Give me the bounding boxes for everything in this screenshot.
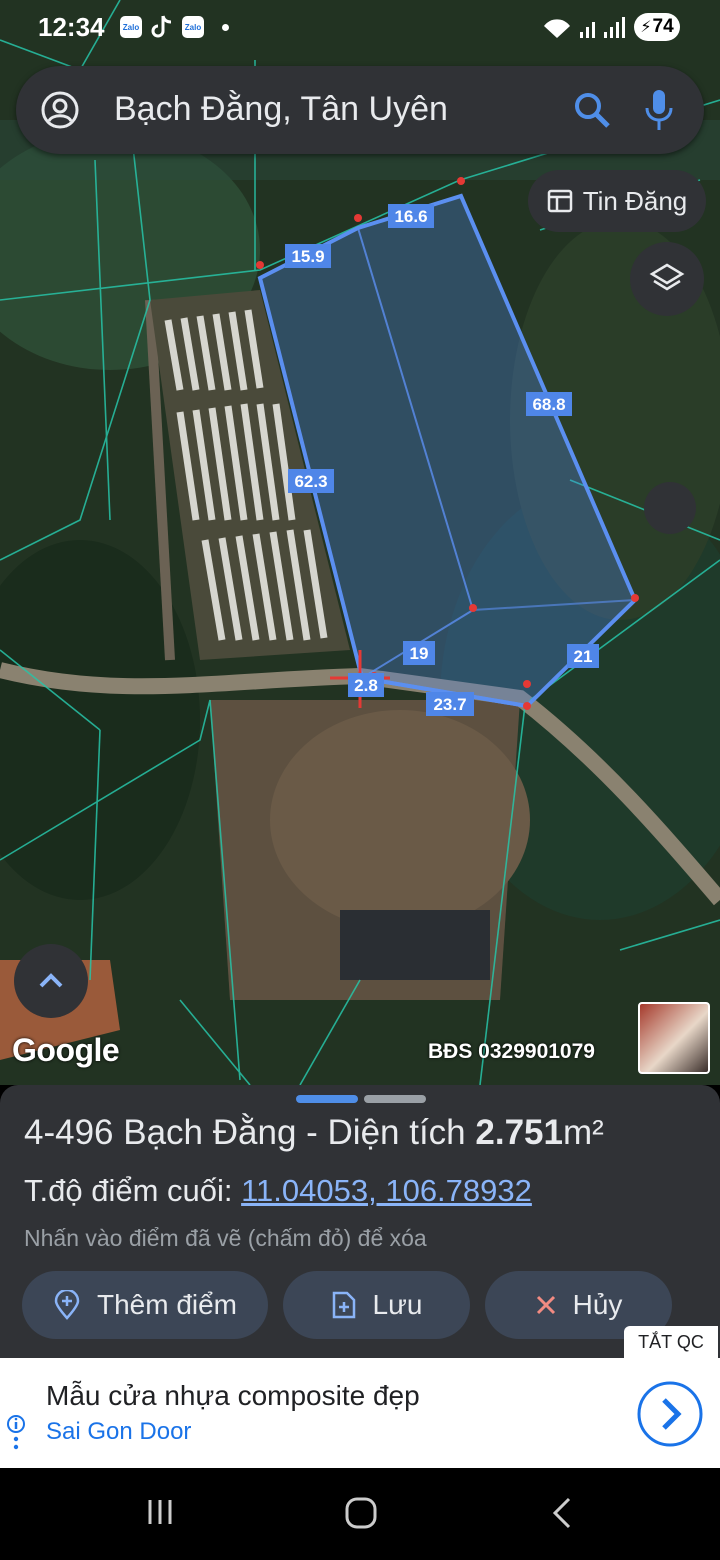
tiktok-icon <box>151 15 172 38</box>
save-label: Lưu <box>372 1289 423 1320</box>
sheet-tab-1[interactable] <box>296 1095 358 1103</box>
notification-dot <box>222 24 229 31</box>
microphone-icon[interactable] <box>644 88 674 132</box>
account-icon[interactable] <box>40 90 80 130</box>
map-control-button[interactable] <box>644 482 696 534</box>
plot-label-top-left: 16.6 <box>394 207 427 226</box>
layers-icon <box>649 263 685 291</box>
search-bar[interactable]: Bạch Đằng, Tân Uyên <box>16 66 704 154</box>
system-nav-bar <box>0 1468 720 1560</box>
plot-label-left: 62.3 <box>294 472 327 491</box>
ad-headline[interactable]: Mẫu cửa nhựa composite đẹp <box>46 1380 420 1412</box>
chevron-right-icon[interactable] <box>636 1380 704 1448</box>
plot-label-bottom: 23.7 <box>433 695 466 714</box>
zalo-icon: Zalo <box>120 16 142 38</box>
zalo-icon: Zalo <box>182 16 204 38</box>
measurement-sheet: 4-496 Bạch Đằng - Diện tích 2.751m² T.độ… <box>0 1085 720 1360</box>
plot-area: 2.751 <box>475 1113 563 1152</box>
save-file-icon <box>332 1291 355 1319</box>
signal-wifi-icons <box>544 17 625 38</box>
ad-banner[interactable]: Mẫu cửa nhựa composite đẹp Sai Gon Door <box>0 1358 720 1468</box>
add-point-label: Thêm điểm <box>96 1289 238 1320</box>
chevron-up-icon <box>39 973 63 988</box>
plot-label-right: 68.8 <box>532 395 565 414</box>
status-bar: 12:34 Zalo Zalo ⚡ 74 <box>0 0 720 56</box>
recent-apps-icon[interactable] <box>144 1496 176 1528</box>
add-location-icon <box>54 1290 80 1320</box>
search-query[interactable]: Bạch Đằng, Tân Uyên <box>114 90 448 129</box>
save-button[interactable]: Lưu <box>283 1271 470 1339</box>
end-point-coordinates: T.độ điểm cuối: 11.04053, 106.78932 <box>24 1173 532 1209</box>
plot-title: 4-496 Bạch Đằng - Diện tích 2.751m² <box>24 1113 604 1153</box>
back-icon[interactable] <box>550 1496 574 1530</box>
plot-title-prefix: 4-496 Bạch Đằng - Diện tích <box>24 1113 476 1152</box>
add-point-button[interactable]: Thêm điểm <box>22 1271 268 1339</box>
coord-label: T.độ điểm cuối: <box>24 1173 242 1208</box>
avatar[interactable] <box>638 1002 710 1074</box>
plot-label-right-bottom: 21 <box>574 647 593 666</box>
search-icon[interactable] <box>572 90 612 130</box>
home-icon[interactable] <box>344 1496 378 1530</box>
ad-advertiser[interactable]: Sai Gon Door <box>46 1418 191 1446</box>
plot-labels-layer: 16.6 15.9 68.8 62.3 19 21 2.8 23.7 <box>285 204 599 716</box>
tin-dang-label: Tin Đăng <box>582 185 688 216</box>
plot-label-middle: 19 <box>410 644 429 663</box>
plot-label-bottom-small: 2.8 <box>354 676 378 695</box>
cancel-label: Hủy <box>572 1289 623 1320</box>
delete-hint: Nhấn vào điểm đã vẽ (chấm đỏ) để xóa <box>24 1225 427 1251</box>
coord-link[interactable]: 11.04053, 106.78932 <box>241 1173 532 1208</box>
tin-dang-button[interactable]: Tin Đăng <box>528 170 706 232</box>
battery-level: 74 <box>652 16 674 37</box>
sheet-tab-2[interactable] <box>364 1095 426 1103</box>
google-logo: Google <box>12 1032 120 1068</box>
plot-label-left-top: 15.9 <box>291 247 324 266</box>
sheet-tabs[interactable] <box>296 1095 426 1103</box>
satellite-map[interactable]: 16.6 15.9 68.8 62.3 19 21 2.8 23.7 12:34… <box>0 0 720 1085</box>
close-ad-button[interactable]: TẮT QC <box>624 1326 718 1358</box>
clock: 12:34 <box>38 12 105 42</box>
expand-up-button[interactable] <box>14 944 88 1018</box>
close-icon <box>536 1295 555 1315</box>
battery-indicator: ⚡ 74 <box>634 13 680 41</box>
layers-button[interactable] <box>630 242 704 316</box>
listing-icon <box>547 189 572 213</box>
plot-area-unit: m² <box>562 1113 604 1152</box>
ad-info-icon[interactable] <box>6 1414 26 1454</box>
watermark-phone: BĐS 0329901079 <box>428 1040 595 1063</box>
